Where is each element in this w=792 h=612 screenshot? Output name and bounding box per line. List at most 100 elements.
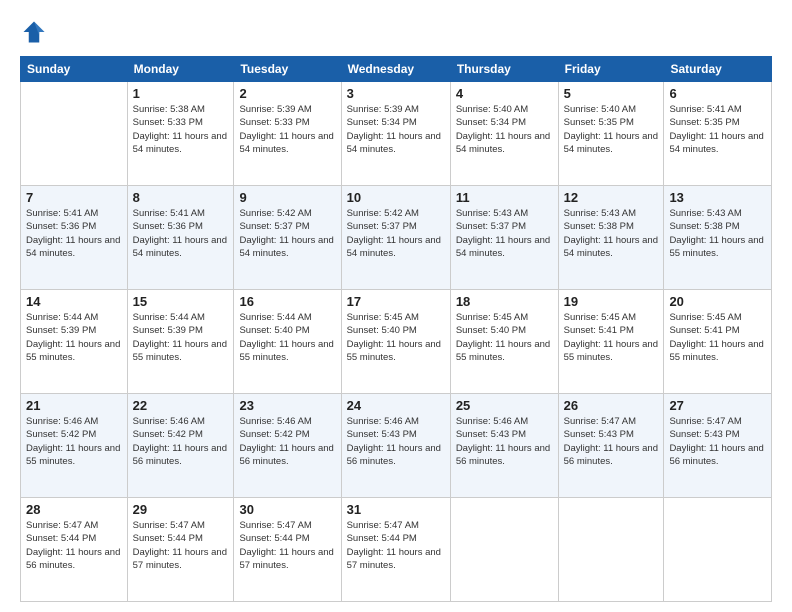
day-info: Sunrise: 5:41 AM Sunset: 5:36 PM Dayligh… (26, 207, 122, 260)
day-header-tuesday: Tuesday (234, 57, 341, 82)
day-number: 30 (239, 502, 335, 517)
day-number: 2 (239, 86, 335, 101)
calendar-cell: 21 Sunrise: 5:46 AM Sunset: 5:42 PM Dayli… (21, 394, 128, 498)
calendar-cell (558, 498, 664, 602)
logo-icon (20, 18, 48, 46)
calendar-cell: 18 Sunrise: 5:45 AM Sunset: 5:40 PM Dayli… (450, 290, 558, 394)
calendar-cell: 4 Sunrise: 5:40 AM Sunset: 5:34 PM Daylig… (450, 82, 558, 186)
day-info: Sunrise: 5:42 AM Sunset: 5:37 PM Dayligh… (239, 207, 335, 260)
header (20, 18, 772, 46)
calendar-cell: 29Sunrise: 5:47 AM Sunset: 5:44 PM Dayli… (127, 498, 234, 602)
calendar-cell: 23Sunrise: 5:46 AM Sunset: 5:42 PM Dayli… (234, 394, 341, 498)
day-info: Sunrise: 5:44 AM Sunset: 5:39 PM Dayligh… (26, 311, 122, 364)
day-info: Sunrise: 5:45 AM Sunset: 5:41 PM Dayligh… (669, 311, 766, 364)
day-header-wednesday: Wednesday (341, 57, 450, 82)
day-header-friday: Friday (558, 57, 664, 82)
page: SundayMondayTuesdayWednesdayThursdayFrid… (0, 0, 792, 612)
calendar-cell: 19 Sunrise: 5:45 AM Sunset: 5:41 PM Dayli… (558, 290, 664, 394)
day-info: Sunrise: 5:39 AM Sunset: 5:33 PM Dayligh… (239, 103, 335, 156)
day-info: Sunrise: 5:43 AM Sunset: 5:37 PM Dayligh… (456, 207, 553, 260)
calendar-cell: 12Sunrise: 5:43 AM Sunset: 5:38 PM Dayli… (558, 186, 664, 290)
calendar-cell: 15 Sunrise: 5:44 AM Sunset: 5:39 PM Dayli… (127, 290, 234, 394)
day-number: 18 (456, 294, 553, 309)
day-info: Sunrise: 5:44 AM Sunset: 5:39 PM Dayligh… (133, 311, 229, 364)
calendar-cell: 9 Sunrise: 5:42 AM Sunset: 5:37 PM Daylig… (234, 186, 341, 290)
calendar-cell: 16Sunrise: 5:44 AM Sunset: 5:40 PM Dayli… (234, 290, 341, 394)
calendar-cell: 5 Sunrise: 5:40 AM Sunset: 5:35 PM Daylig… (558, 82, 664, 186)
day-number: 16 (239, 294, 335, 309)
day-number: 10 (347, 190, 445, 205)
day-number: 8 (133, 190, 229, 205)
day-info: Sunrise: 5:38 AM Sunset: 5:33 PM Dayligh… (133, 103, 229, 156)
week-row-3: 21 Sunrise: 5:46 AM Sunset: 5:42 PM Dayli… (21, 394, 772, 498)
day-info: Sunrise: 5:46 AM Sunset: 5:43 PM Dayligh… (347, 415, 445, 468)
day-number: 4 (456, 86, 553, 101)
calendar-header: SundayMondayTuesdayWednesdayThursdayFrid… (21, 57, 772, 82)
calendar-cell: 11 Sunrise: 5:43 AM Sunset: 5:37 PM Dayli… (450, 186, 558, 290)
day-info: Sunrise: 5:47 AM Sunset: 5:43 PM Dayligh… (564, 415, 659, 468)
day-number: 31 (347, 502, 445, 517)
day-info: Sunrise: 5:39 AM Sunset: 5:34 PM Dayligh… (347, 103, 445, 156)
calendar-body: 1 Sunrise: 5:38 AM Sunset: 5:33 PM Daylig… (21, 82, 772, 602)
day-number: 5 (564, 86, 659, 101)
day-number: 25 (456, 398, 553, 413)
day-info: Sunrise: 5:47 AM Sunset: 5:44 PM Dayligh… (347, 519, 445, 572)
calendar-cell: 1 Sunrise: 5:38 AM Sunset: 5:33 PM Daylig… (127, 82, 234, 186)
calendar-cell: 17Sunrise: 5:45 AM Sunset: 5:40 PM Dayli… (341, 290, 450, 394)
calendar-cell: 6Sunrise: 5:41 AM Sunset: 5:35 PM Daylig… (664, 82, 772, 186)
calendar-cell (21, 82, 128, 186)
day-number: 26 (564, 398, 659, 413)
calendar-table: SundayMondayTuesdayWednesdayThursdayFrid… (20, 56, 772, 602)
day-number: 27 (669, 398, 766, 413)
day-info: Sunrise: 5:45 AM Sunset: 5:40 PM Dayligh… (456, 311, 553, 364)
day-info: Sunrise: 5:47 AM Sunset: 5:43 PM Dayligh… (669, 415, 766, 468)
calendar-cell: 25Sunrise: 5:46 AM Sunset: 5:43 PM Dayli… (450, 394, 558, 498)
day-info: Sunrise: 5:46 AM Sunset: 5:42 PM Dayligh… (26, 415, 122, 468)
day-info: Sunrise: 5:43 AM Sunset: 5:38 PM Dayligh… (564, 207, 659, 260)
calendar-cell (664, 498, 772, 602)
calendar-cell: 3 Sunrise: 5:39 AM Sunset: 5:34 PM Daylig… (341, 82, 450, 186)
logo (20, 18, 52, 46)
day-number: 11 (456, 190, 553, 205)
day-info: Sunrise: 5:42 AM Sunset: 5:37 PM Dayligh… (347, 207, 445, 260)
calendar-cell: 22Sunrise: 5:46 AM Sunset: 5:42 PM Dayli… (127, 394, 234, 498)
day-number: 24 (347, 398, 445, 413)
calendar-cell: 27 Sunrise: 5:47 AM Sunset: 5:43 PM Dayli… (664, 394, 772, 498)
calendar-cell: 28Sunrise: 5:47 AM Sunset: 5:44 PM Dayli… (21, 498, 128, 602)
day-info: Sunrise: 5:47 AM Sunset: 5:44 PM Dayligh… (239, 519, 335, 572)
day-header-monday: Monday (127, 57, 234, 82)
week-row-2: 14 Sunrise: 5:44 AM Sunset: 5:39 PM Dayli… (21, 290, 772, 394)
day-number: 14 (26, 294, 122, 309)
calendar-cell: 26 Sunrise: 5:47 AM Sunset: 5:43 PM Dayli… (558, 394, 664, 498)
day-number: 7 (26, 190, 122, 205)
day-info: Sunrise: 5:41 AM Sunset: 5:35 PM Dayligh… (669, 103, 766, 156)
day-number: 21 (26, 398, 122, 413)
calendar-cell: 24 Sunrise: 5:46 AM Sunset: 5:43 PM Dayli… (341, 394, 450, 498)
day-info: Sunrise: 5:45 AM Sunset: 5:41 PM Dayligh… (564, 311, 659, 364)
calendar-cell: 2 Sunrise: 5:39 AM Sunset: 5:33 PM Daylig… (234, 82, 341, 186)
day-info: Sunrise: 5:41 AM Sunset: 5:36 PM Dayligh… (133, 207, 229, 260)
day-info: Sunrise: 5:40 AM Sunset: 5:34 PM Dayligh… (456, 103, 553, 156)
calendar-cell: 14 Sunrise: 5:44 AM Sunset: 5:39 PM Dayli… (21, 290, 128, 394)
day-info: Sunrise: 5:47 AM Sunset: 5:44 PM Dayligh… (133, 519, 229, 572)
calendar-cell: 8 Sunrise: 5:41 AM Sunset: 5:36 PM Daylig… (127, 186, 234, 290)
week-row-1: 7 Sunrise: 5:41 AM Sunset: 5:36 PM Daylig… (21, 186, 772, 290)
week-row-0: 1 Sunrise: 5:38 AM Sunset: 5:33 PM Daylig… (21, 82, 772, 186)
day-number: 17 (347, 294, 445, 309)
day-info: Sunrise: 5:46 AM Sunset: 5:42 PM Dayligh… (133, 415, 229, 468)
day-info: Sunrise: 5:40 AM Sunset: 5:35 PM Dayligh… (564, 103, 659, 156)
day-info: Sunrise: 5:43 AM Sunset: 5:38 PM Dayligh… (669, 207, 766, 260)
day-number: 15 (133, 294, 229, 309)
calendar-cell: 7 Sunrise: 5:41 AM Sunset: 5:36 PM Daylig… (21, 186, 128, 290)
day-header-thursday: Thursday (450, 57, 558, 82)
day-number: 9 (239, 190, 335, 205)
day-number: 28 (26, 502, 122, 517)
day-info: Sunrise: 5:46 AM Sunset: 5:42 PM Dayligh… (239, 415, 335, 468)
day-number: 3 (347, 86, 445, 101)
week-row-4: 28 Sunrise: 5:47 AM Sunset: 5:44 PM Dayli… (21, 498, 772, 602)
header-row: SundayMondayTuesdayWednesdayThursdayFrid… (21, 57, 772, 82)
day-number: 13 (669, 190, 766, 205)
day-number: 20 (669, 294, 766, 309)
day-number: 1 (133, 86, 229, 101)
day-number: 19 (564, 294, 659, 309)
